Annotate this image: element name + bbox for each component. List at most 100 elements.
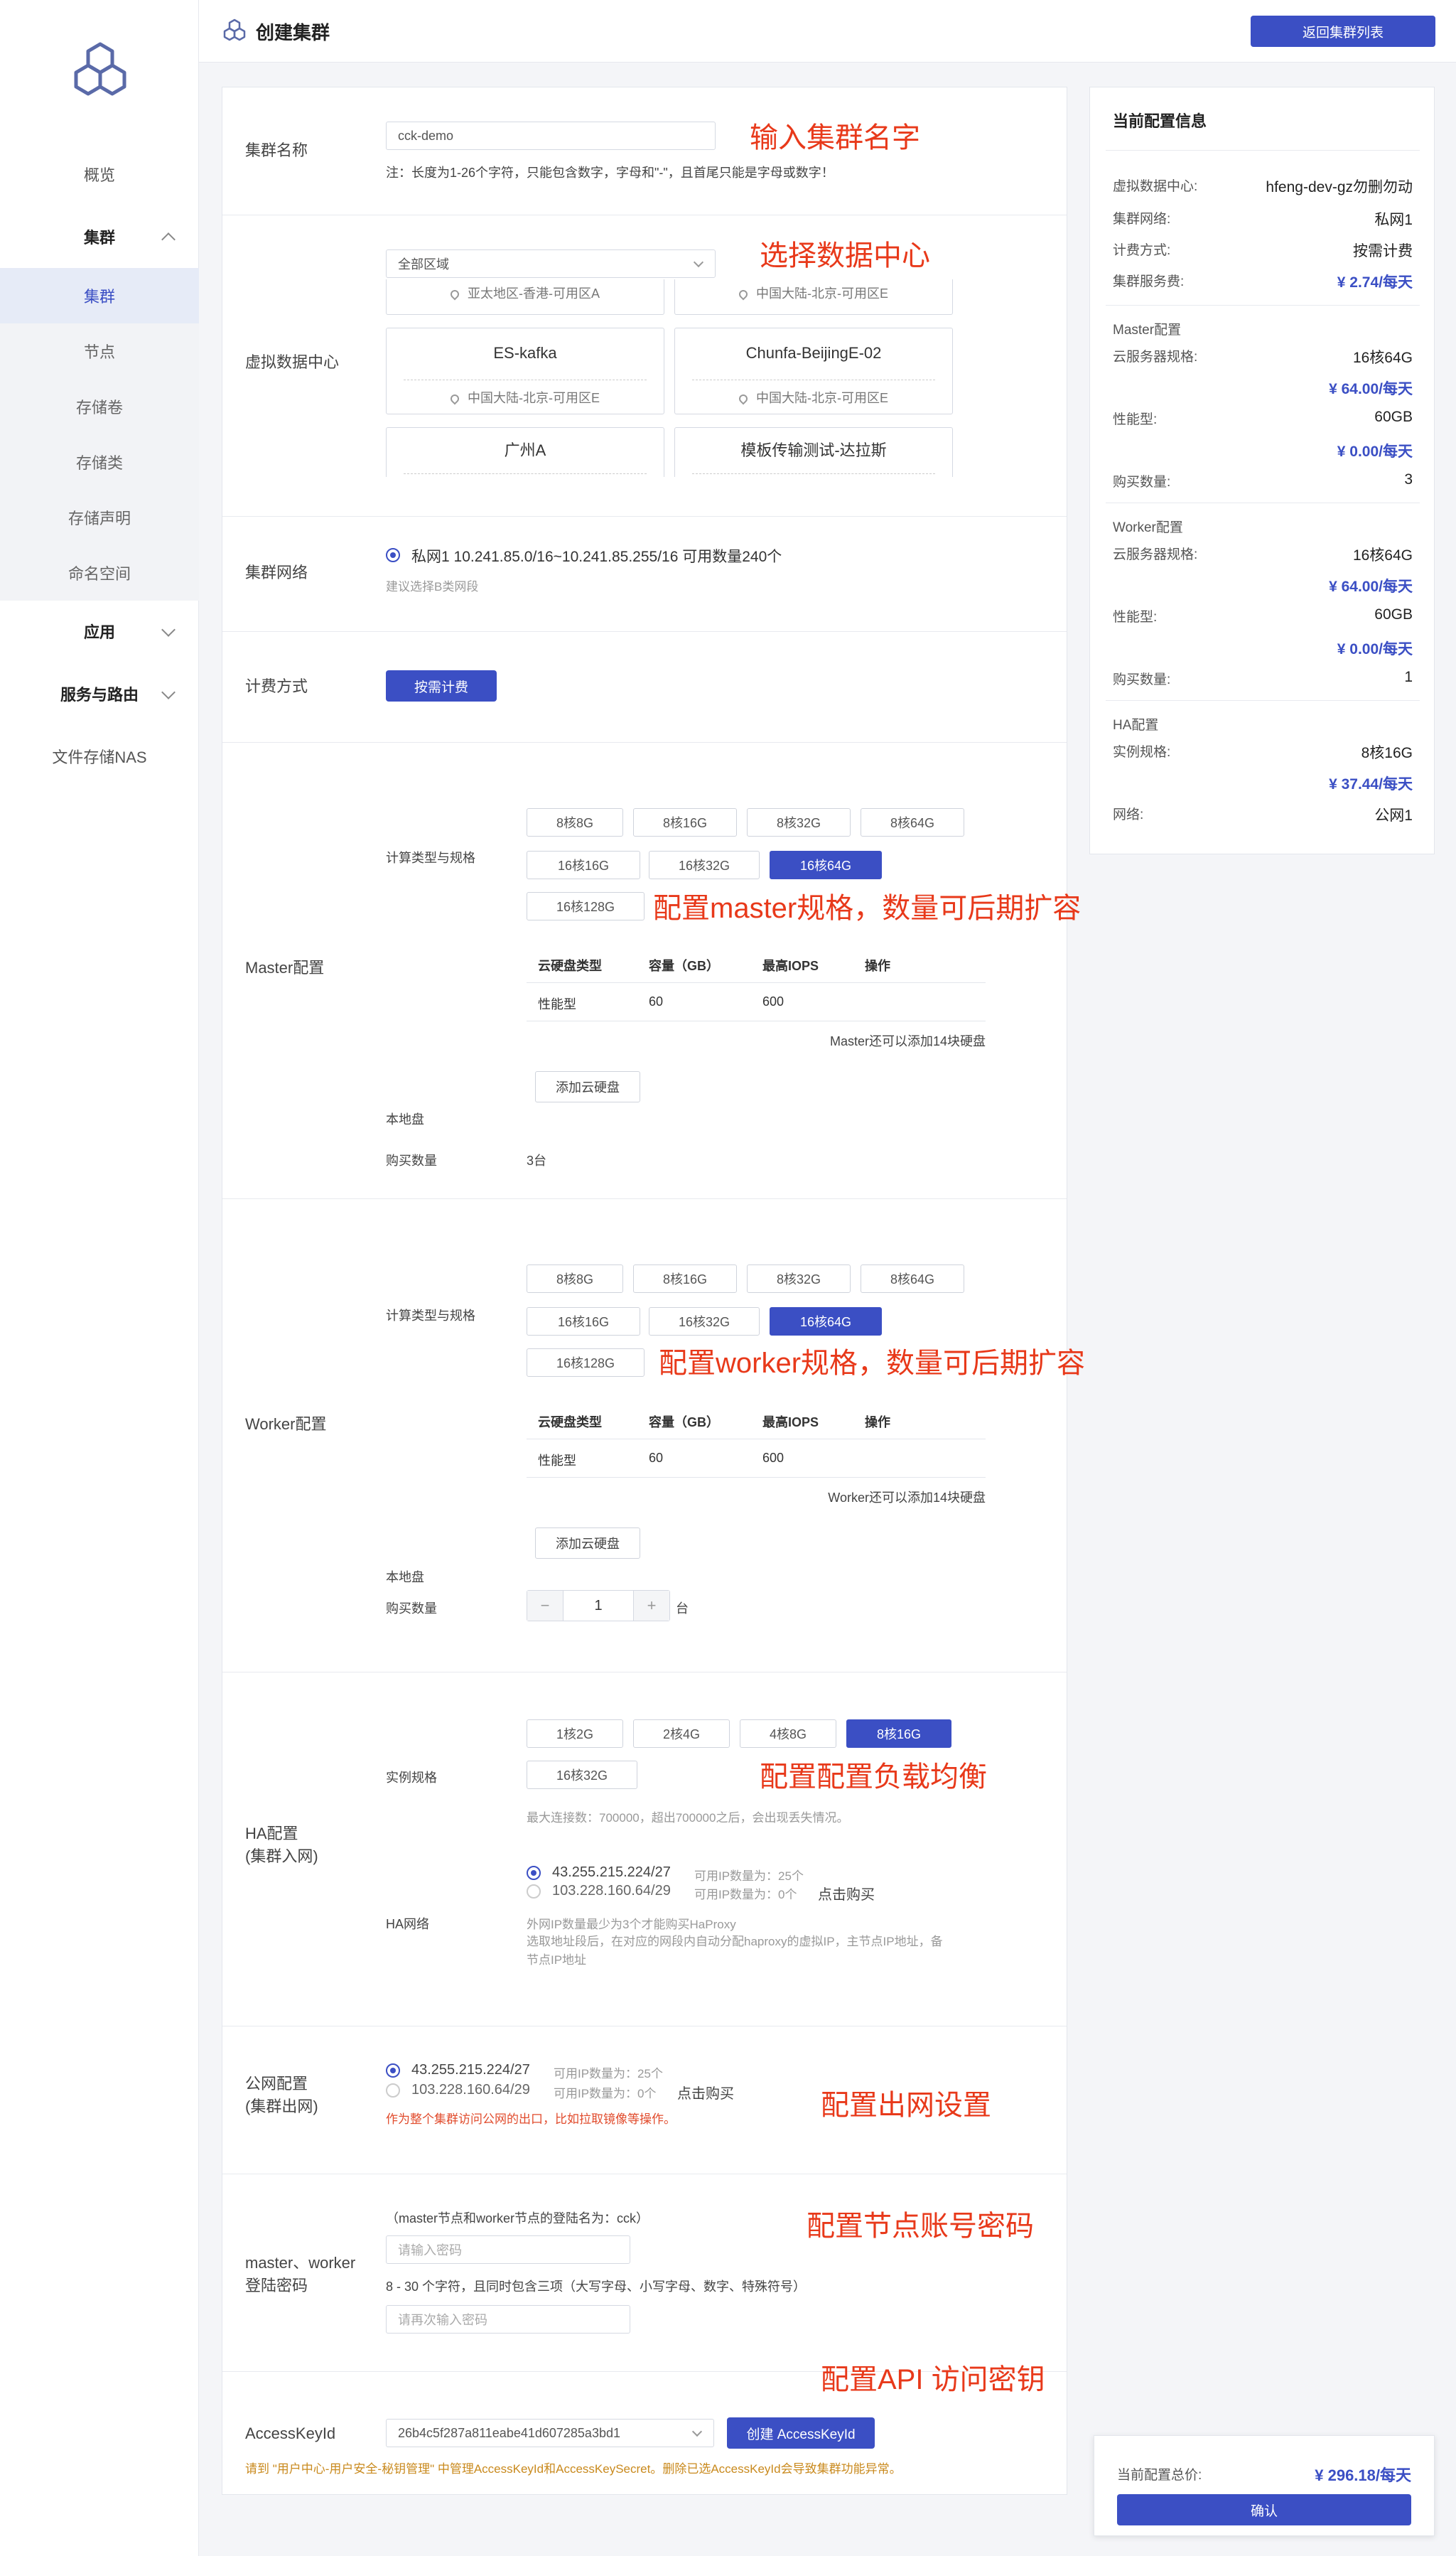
public-ip2-avail: 可用IP数量为：0个 [554,2087,657,2100]
spec-option[interactable]: 16核128G [527,892,645,920]
spec-option[interactable]: 16核16G [527,1307,640,1336]
top-bar: 创建集群 返回集群列表 [199,0,1456,63]
cell: 60 [649,1451,664,1465]
increment-button[interactable]: + [634,1591,669,1621]
spec-option-selected[interactable]: 16核64G [770,851,882,879]
accesskey-select[interactable]: 26b4c5f287a811eabe41d607285a3bd1 [386,2419,714,2447]
field-label: AccessKeyId [245,2425,336,2442]
disk-label-text: 本地盘 [386,1570,424,1584]
password-rule: 8 - 30 个字符，且同时包含三项（大写字母、小写字母、数字、特殊符号） [386,2280,807,2294]
public-ip-radio[interactable] [386,2083,400,2098]
row-price: ¥ 2.74/每天 [1337,274,1413,291]
ha-spec-option[interactable]: 2核4G [633,1719,730,1748]
cell: 性能型 [538,997,576,1011]
datacenter-name: 模板传输测试-达拉斯 [740,441,887,459]
password-confirm-input[interactable]: 请再次输入密码 [386,2305,630,2334]
summary-row: 集群服务费: ¥ 2.74/每天 [1113,271,1413,291]
spec-option[interactable]: 8核8G [527,1264,623,1293]
network-radio[interactable] [386,548,400,562]
spec-label: 计算类型与规格 [386,1309,475,1323]
region-select[interactable]: 全部区域 [386,249,716,278]
on-demand-billing-button[interactable]: 按需计费 [386,670,497,702]
nav-label: 服务与路由 [60,686,139,704]
back-to-cluster-list-button[interactable]: 返回集群列表 [1251,16,1435,47]
ha-ip2: 103.228.160.64/29 [552,1883,671,1899]
spec-option[interactable]: 8核8G [527,808,623,837]
nav-overview[interactable]: 概览 [0,146,199,202]
ha-ip-radio[interactable] [527,1866,541,1880]
ha-spec-option[interactable]: 1核2G [527,1719,623,1748]
ha-note1: 外网IP数量最少为3个才能购买HaProxy [527,1918,736,1931]
password-input[interactable]: 请输入密码 [386,2235,630,2264]
location-pin-icon [448,392,461,405]
datacenter-location: 中国大陆-北京-可用区E [675,388,952,407]
public-ip-radio[interactable] [386,2063,400,2078]
nav-apps[interactable]: 应用 [0,603,199,659]
section-public: 公网配置 (集群出网) 43.255.215.224/27 可用IP数量为：25… [222,2026,1067,2174]
nav-nodes[interactable]: 节点 [0,323,199,379]
section-ha: HA配置 (集群入网) 1核2G 2核4G 4核8G 8核16G 16核32G … [222,1672,1067,2026]
row-label: 云服务器规格: [1113,350,1198,365]
ha-ip1: 43.255.215.224/27 [552,1864,671,1880]
nav-storage-claim[interactable]: 存储声明 [0,490,199,545]
cluster-name-input[interactable]: cck-demo [386,122,716,150]
nav-services-routes[interactable]: 服务与路由 [0,666,199,721]
spec-option[interactable]: 16核128G [527,1348,645,1377]
nav-label: 存储卷 [75,399,123,417]
datacenter-card[interactable]: 模板传输测试-达拉斯 [674,427,953,477]
cell: 60 [649,994,664,1009]
buy-link[interactable]: 点击购买 [677,2082,734,2103]
page-title: 创建集群 [256,22,330,43]
field-label: Master配置 [245,959,325,977]
nav-label: 文件存储NAS [52,748,147,766]
summary-section-title: Master配置 [1113,323,1182,338]
ha-spec-option[interactable]: 16核32G [527,1761,637,1789]
spec-option[interactable]: 16核16G [527,851,640,879]
datacenter-location: 亚太地区-香港-可用区A [387,284,664,302]
nav-label: 存储声明 [68,510,131,527]
add-disk-button[interactable]: 添加云硬盘 [535,1071,640,1102]
worker-count-value[interactable]: 1 [563,1591,634,1621]
spec-option[interactable]: 8核32G [747,1264,851,1293]
buy-link[interactable]: 点击购买 [818,1883,875,1903]
ha-spec-option-selected[interactable]: 8核16G [846,1719,951,1748]
row-price: ¥ 37.44/每天 [1329,776,1413,793]
datacenter-card[interactable]: Chunfa-BeijingE-02 中国大陆-北京-可用区E [674,328,953,414]
nav-namespace[interactable]: 命名空间 [0,545,199,601]
nav-storage-class[interactable]: 存储类 [0,434,199,490]
datacenter-card[interactable]: 中国大陆-北京-可用区E [674,279,953,315]
spec-option[interactable]: 16核32G [649,851,760,879]
nav-cluster-group[interactable]: 集群 [0,209,199,264]
row-value: 60GB [1374,409,1413,425]
field-label: 公网配置 [245,2075,308,2093]
nav-cluster[interactable]: 集群 [0,268,199,323]
datacenter-card[interactable]: 广州A [386,427,664,477]
ha-ip-radio[interactable] [527,1884,541,1899]
datacenter-card[interactable]: ES-kafka 中国大陆-北京-可用区E [386,328,664,414]
nav-volumes[interactable]: 存储卷 [0,379,199,434]
create-accesskey-button[interactable]: 创建 AccessKeyId [727,2417,875,2449]
add-disk-button[interactable]: 添加云硬盘 [535,1527,640,1559]
spec-option[interactable]: 8核64G [861,808,964,837]
row-label: 虚拟数据中心: [1113,179,1198,194]
annotation: 配置worker规格，数量可后期扩容 [659,1348,1086,1379]
datacenter-name: 广州A [504,441,546,459]
row-value: 私网1 [1374,212,1413,228]
nav-nas[interactable]: 文件存储NAS [0,729,199,784]
spec-option[interactable]: 8核32G [747,808,851,837]
spec-option[interactable]: 8核64G [861,1264,964,1293]
confirm-button[interactable]: 确认 [1117,2494,1411,2525]
spec-option[interactable]: 16核32G [649,1307,760,1336]
public-note: 作为整个集群访问公网的出口，比如拉取镜像等操作。 [386,2112,676,2126]
ha-spec-option[interactable]: 4核8G [740,1719,836,1748]
spec-option[interactable]: 8核16G [633,808,737,837]
worker-count-stepper[interactable]: − 1 + [527,1590,670,1621]
field-label: 集群网络 [245,564,308,581]
datacenter-card[interactable]: 亚太地区-香港-可用区A [386,279,664,315]
spec-option[interactable]: 8核16G [633,1264,737,1293]
summary-row: 实例规格: 8核16G [1113,741,1413,761]
table-row: 性能型 60 600 [527,1439,986,1478]
spec-option-selected[interactable]: 16核64G [770,1307,882,1336]
accesskey-note: 请到 "用户中心-用户安全-秘钥管理" 中管理AccessKeyId和Acces… [245,2462,902,2476]
decrement-button[interactable]: − [527,1591,563,1621]
